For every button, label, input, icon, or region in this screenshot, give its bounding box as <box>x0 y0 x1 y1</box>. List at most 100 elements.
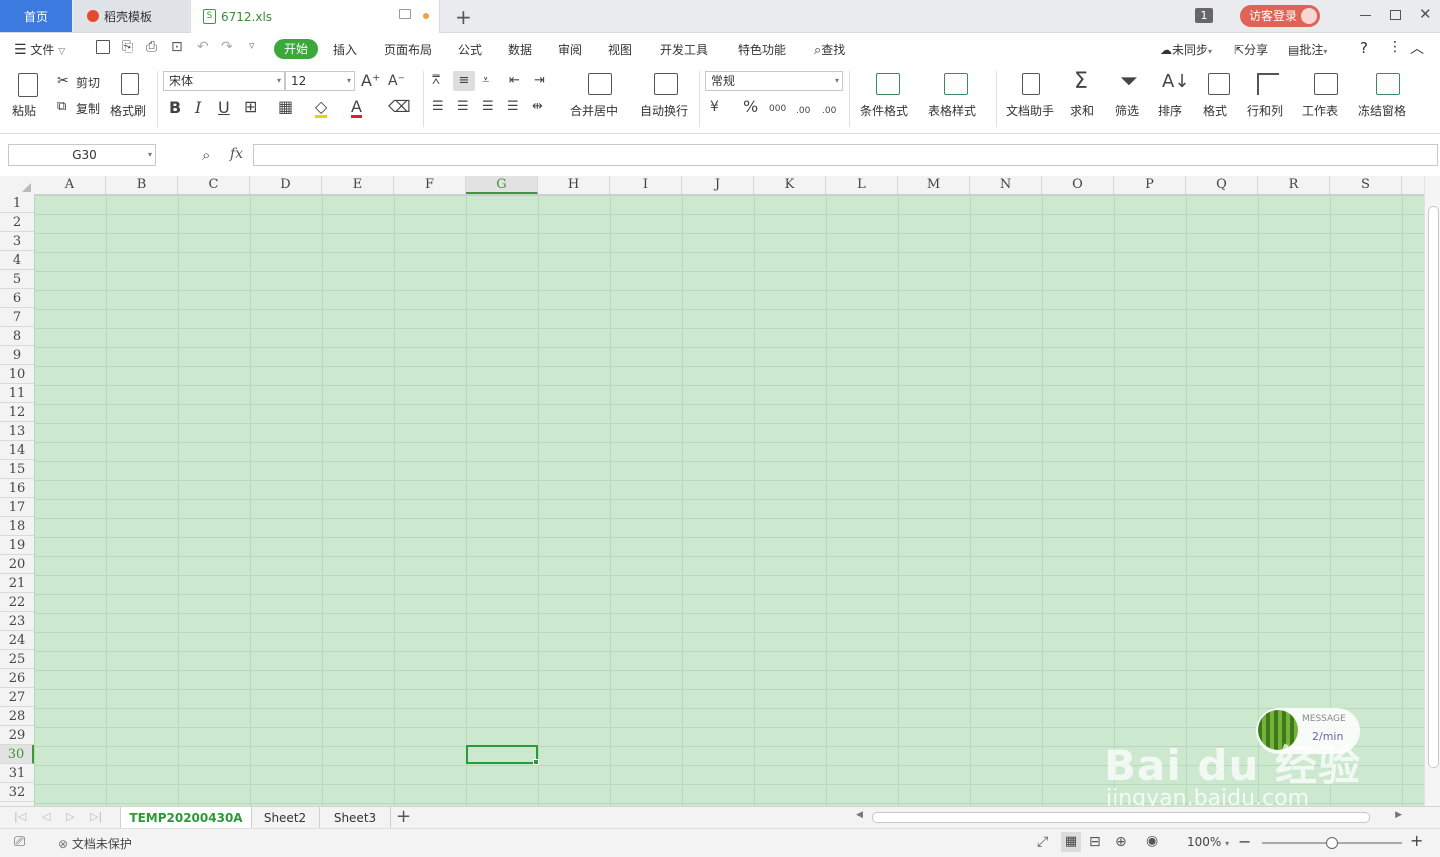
column-header[interactable]: C <box>178 176 250 194</box>
zoom-in-button[interactable]: + <box>1410 831 1423 850</box>
column-header[interactable]: O <box>1042 176 1114 194</box>
menu-data[interactable]: 数据 <box>508 41 532 58</box>
row-header[interactable]: 1 <box>0 194 34 213</box>
row-header[interactable]: 13 <box>0 422 34 441</box>
pin-icon[interactable] <box>399 9 411 19</box>
format-painter-button[interactable]: 格式刷 <box>110 71 154 123</box>
decimal-increase-button[interactable]: .00 <box>796 103 810 119</box>
align-bottom-icon[interactable]: ⩡ <box>482 73 489 89</box>
zoom-formula-icon[interactable]: ⌕ <box>202 146 210 164</box>
last-sheet-icon[interactable]: ▷| <box>90 810 102 823</box>
row-header[interactable]: 3 <box>0 232 34 251</box>
bold-button[interactable]: B <box>169 100 181 116</box>
zoom-out-button[interactable]: − <box>1238 832 1251 851</box>
row-header[interactable]: 32 <box>0 783 34 802</box>
row-header[interactable]: 15 <box>0 460 34 479</box>
column-header[interactable]: I <box>610 176 682 194</box>
print-preview-icon[interactable]: ⊡ <box>171 39 183 55</box>
customize-icon[interactable]: ▿ <box>249 39 255 52</box>
cond-format-button[interactable]: 条件格式 <box>858 71 918 123</box>
horizontal-scroll-thumb[interactable] <box>872 812 1370 823</box>
align-middle-icon[interactable]: ≡ <box>453 71 475 91</box>
active-cell[interactable] <box>466 745 539 765</box>
sum-button[interactable]: Σ 求和 <box>1068 69 1108 123</box>
vertical-scrollbar[interactable] <box>1424 176 1440 806</box>
align-left-icon[interactable]: ☰ <box>432 99 444 115</box>
row-header[interactable]: 30 <box>0 745 34 764</box>
menu-page-layout[interactable]: 页面布局 <box>384 41 432 58</box>
row-header[interactable]: 19 <box>0 536 34 555</box>
thousands-button[interactable]: 000 <box>769 101 786 117</box>
collapse-ribbon-icon[interactable]: ︿ <box>1410 38 1424 58</box>
more-icon[interactable]: ⋮ <box>1388 39 1402 55</box>
new-tab-button[interactable]: + <box>455 5 472 29</box>
row-header[interactable]: 24 <box>0 631 34 650</box>
redo-icon[interactable]: ↷ <box>221 39 233 55</box>
border-icon[interactable]: ⊞ <box>244 99 257 115</box>
underline-button[interactable]: U <box>218 100 230 116</box>
menu-review[interactable]: 审阅 <box>558 41 582 58</box>
align-right-icon[interactable]: ☰ <box>482 99 494 115</box>
menu-dev-tools[interactable]: 开发工具 <box>660 41 708 58</box>
horizontal-scrollbar[interactable]: ◀ ▶ <box>856 810 1406 825</box>
wrap-text-button[interactable]: 自动换行 <box>640 71 696 123</box>
row-header[interactable]: 31 <box>0 764 34 783</box>
scroll-right-icon[interactable]: ▶ <box>1395 810 1402 820</box>
format-button[interactable]: 格式 <box>1202 71 1242 123</box>
row-header[interactable]: 12 <box>0 403 34 422</box>
font-color-button[interactable]: A <box>351 99 362 118</box>
menu-file[interactable]: ☰ 文件 ▽ <box>14 41 65 58</box>
scroll-left-icon[interactable]: ◀ <box>856 810 863 820</box>
zoom-level[interactable]: 100% ▾ <box>1187 835 1229 849</box>
export-pdf-icon[interactable]: ⎘ <box>122 39 133 55</box>
column-header[interactable]: K <box>754 176 826 194</box>
next-sheet-icon[interactable]: ▷ <box>66 810 74 823</box>
restore-icon[interactable] <box>1390 10 1401 20</box>
column-header[interactable]: Q <box>1186 176 1258 194</box>
zoom-slider-thumb[interactable] <box>1326 837 1338 849</box>
column-header[interactable]: R <box>1258 176 1330 194</box>
menu-view[interactable]: 视图 <box>608 41 632 58</box>
tab-file[interactable]: S 6712.xls <box>190 0 440 33</box>
column-header[interactable]: A <box>34 176 106 194</box>
row-header[interactable]: 2 <box>0 213 34 232</box>
italic-button[interactable]: I <box>195 100 201 116</box>
column-header[interactable]: N <box>970 176 1042 194</box>
column-header[interactable]: B <box>106 176 178 194</box>
fill-pattern-icon[interactable]: ▦ <box>278 99 293 115</box>
justify-icon[interactable]: ☰ <box>507 99 519 115</box>
row-header[interactable]: 27 <box>0 688 34 707</box>
share-button[interactable]: ⇱分享 <box>1234 41 1268 58</box>
print-icon[interactable]: ⎙ <box>146 39 157 55</box>
column-header[interactable]: L <box>826 176 898 194</box>
tab-docer[interactable]: 稻壳模板 <box>73 0 189 32</box>
indent-decrease-icon[interactable]: ⇤ <box>509 73 520 89</box>
freeze-button[interactable]: 冻结窗格 <box>1358 71 1420 123</box>
save-icon[interactable] <box>96 40 110 54</box>
vertical-scroll-thumb[interactable] <box>1428 206 1439 768</box>
undo-icon[interactable]: ↶ <box>197 39 209 55</box>
align-top-icon[interactable]: ⩞ <box>432 73 440 89</box>
row-header[interactable]: 25 <box>0 650 34 669</box>
row-header[interactable]: 28 <box>0 707 34 726</box>
sort-button[interactable]: A↓ 排序 <box>1158 71 1198 123</box>
reading-layout-icon[interactable]: ⊕ <box>1115 834 1127 850</box>
cut-button[interactable]: ✂ 剪切 <box>57 73 100 90</box>
sync-status[interactable]: ☁未同步▾ <box>1160 41 1212 58</box>
fx-button[interactable]: fx <box>230 146 243 162</box>
row-header[interactable]: 23 <box>0 612 34 631</box>
align-center-icon[interactable]: ☰ <box>457 99 469 115</box>
fill-color-icon[interactable]: ◇ <box>315 99 328 118</box>
worksheet-button[interactable]: 工作表 <box>1302 71 1354 123</box>
row-header[interactable]: 5 <box>0 270 34 289</box>
prev-sheet-icon[interactable]: ◁ <box>42 810 50 823</box>
row-col-button[interactable]: 行和列 <box>1247 71 1297 123</box>
row-header[interactable]: 16 <box>0 479 34 498</box>
sheet-tab[interactable]: Sheet3 <box>320 807 391 829</box>
decrease-font-icon[interactable]: A⁻ <box>388 73 405 89</box>
column-header[interactable]: E <box>322 176 394 194</box>
window-count-badge[interactable]: 1 <box>1195 8 1213 23</box>
column-header[interactable]: J <box>682 176 754 194</box>
distribute-icon[interactable]: ⇹ <box>532 99 543 115</box>
column-header[interactable]: H <box>538 176 610 194</box>
